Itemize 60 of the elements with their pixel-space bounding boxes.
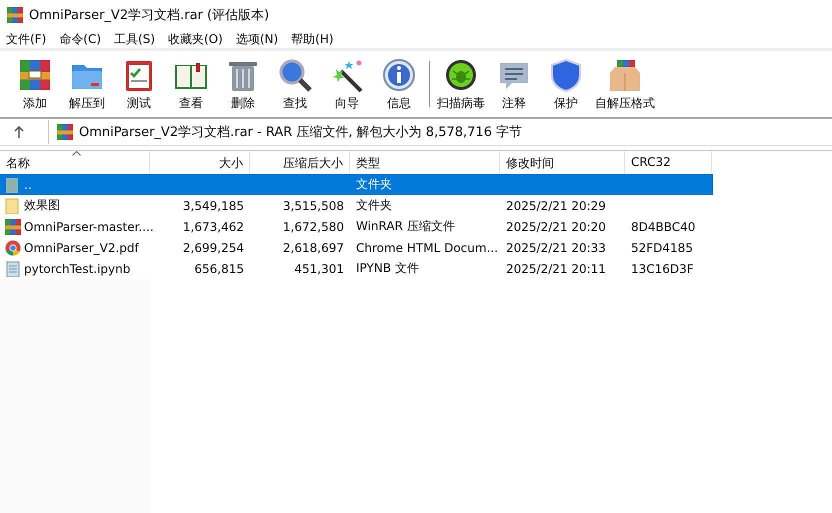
toolbar-button[interactable]: 解压到: [62, 56, 112, 112]
packed-size: 2,618,697: [282, 240, 344, 254]
toolbar-button[interactable]: 扫描病毒: [435, 56, 487, 112]
toolbar-button[interactable]: 向导: [322, 56, 372, 112]
modified-time: 2025/2/21 20:29: [506, 198, 606, 212]
archive-icon: [5, 218, 21, 234]
file-size: 1,673,462: [182, 220, 244, 234]
toolbar-button[interactable]: 自解压格式: [593, 56, 657, 112]
packed-size: 3,515,508: [282, 198, 344, 212]
menu-item[interactable]: 文件(F): [6, 30, 46, 48]
menu-item[interactable]: 命令(C): [59, 30, 102, 48]
search-icon: [277, 56, 313, 92]
menu-item[interactable]: 工具(S): [114, 30, 155, 48]
packed-size: 1,672,580: [282, 220, 344, 234]
toolbar-button[interactable]: 查找: [270, 56, 320, 112]
file-row[interactable]: pytorchTest.ipynb 656,815 451,301 IPYNB 文件 2025/2/21 20:11 13C16D3F: [0, 258, 832, 279]
file-name: 效果图: [24, 197, 60, 214]
file-name: OmniParser-master....: [24, 220, 154, 234]
file-row[interactable]: 效果图 3,549,185 3,515,508 文件夹 2025/2/21 20:29: [0, 195, 832, 216]
browser-icon: [5, 240, 21, 256]
window-title: OmniParser_V2学习文档.rar (评估版本): [29, 7, 270, 24]
file-row[interactable]: OmniParser_V2.pdf 2,699,254 2,618,697 Chrome HTML Docum... 2025/2/21 20:33 52FD4185: [0, 237, 832, 258]
sort-caret-icon: [72, 151, 81, 156]
crc-value: 13C16D3F: [631, 262, 694, 276]
notebook-icon: [5, 260, 21, 276]
toolbar-button[interactable]: 添加: [10, 56, 60, 112]
file-row[interactable]: OmniParser-master.... 1,673,462 1,672,580 WinRAR 压缩文件 2025/2/21 20:20 8D4BBC40: [0, 216, 832, 237]
shield-icon: [548, 56, 584, 92]
menu-item[interactable]: 收藏夹(O): [168, 30, 223, 48]
toolbar-button[interactable]: 查看: [166, 56, 216, 112]
packed-size: 451,301: [294, 262, 344, 276]
toolbar-button[interactable]: 测试: [114, 56, 164, 112]
toolbar-button[interactable]: 删除: [218, 56, 268, 112]
file-size: 3,549,185: [182, 198, 244, 212]
app-icon: [7, 7, 23, 23]
menu-item[interactable]: 帮助(H): [291, 30, 334, 48]
file-type: Chrome HTML Docum...: [356, 240, 498, 254]
toolbar-button[interactable]: 信息: [374, 56, 424, 112]
file-type: WinRAR 压缩文件: [356, 218, 455, 235]
file-name: pytorchTest.ipynb: [24, 262, 130, 276]
crc-value: 8D4BBC40: [631, 220, 696, 234]
up-arrow-icon[interactable]: [14, 126, 24, 138]
file-name: ..: [24, 178, 32, 192]
address-field[interactable]: OmniParser_V2学习文档.rar - RAR 压缩文件, 解包大小为 8,578,716 字节: [48, 120, 832, 144]
crc-value: 52FD4185: [631, 240, 693, 254]
modified-time: 2025/2/21 20:33: [506, 240, 606, 254]
file-type: IPYNB 文件: [356, 260, 419, 277]
file-name: OmniParser_V2.pdf: [24, 240, 139, 254]
modified-time: 2025/2/21 20:20: [506, 220, 606, 234]
archive-icon: [57, 124, 73, 140]
menu-item[interactable]: 选项(N): [236, 30, 278, 48]
file-row[interactable]: .. 文件夹: [0, 174, 713, 195]
toolbar-button[interactable]: 保护: [541, 56, 591, 112]
info-icon: [381, 56, 417, 92]
modified-time: 2025/2/21 20:11: [506, 262, 606, 276]
toolbar-button[interactable]: 注释: [489, 56, 539, 112]
file-type: 文件夹: [356, 176, 392, 193]
file-size: 656,815: [194, 262, 244, 276]
file-size: 2,699,254: [182, 240, 244, 254]
file-type: 文件夹: [356, 197, 392, 214]
